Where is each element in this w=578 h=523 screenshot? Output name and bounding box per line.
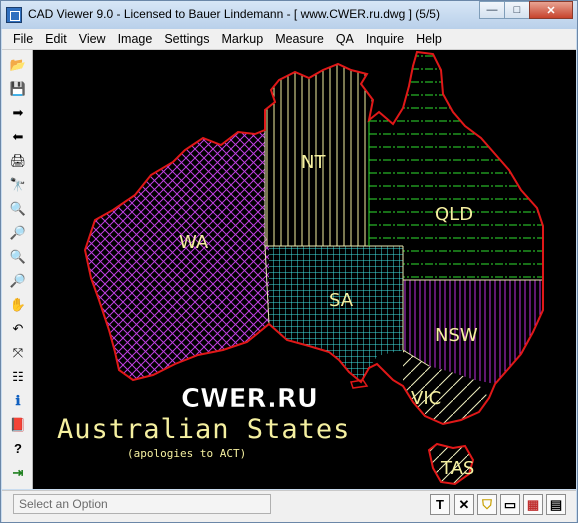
book-icon[interactable]: 📕	[8, 414, 28, 434]
help-question-icon[interactable]: ?	[8, 438, 28, 458]
binoculars-icon[interactable]: 🔭	[8, 174, 28, 194]
save-disk-icon[interactable]: 💾	[8, 78, 28, 98]
watermark-text: CWER.RU	[181, 384, 318, 414]
back-arrow-icon[interactable]: ⬅	[8, 126, 28, 146]
command-prompt-field[interactable]: Select an Option	[13, 494, 271, 514]
undo-icon[interactable]: ↶	[8, 318, 28, 338]
menu-markup[interactable]: Markup	[216, 29, 270, 49]
menu-view[interactable]: View	[73, 29, 112, 49]
menu-qa[interactable]: QA	[330, 29, 360, 49]
state-label-nsw: NSW	[435, 325, 478, 346]
state-label-qld: QLD	[435, 204, 473, 225]
window-view-button[interactable]: ▭	[500, 494, 520, 515]
menu-edit[interactable]: Edit	[39, 29, 73, 49]
kangaroo-island	[350, 379, 369, 389]
color-grid-button[interactable]: ▦	[523, 494, 543, 515]
app-icon	[6, 7, 22, 23]
menu-help[interactable]: Help	[410, 29, 448, 49]
title-bar[interactable]: CAD Viewer 9.0 - Licensed to Bauer Linde…	[1, 1, 577, 29]
zoom-icon[interactable]: 🔍	[8, 198, 28, 218]
drawing-canvas[interactable]: WA NT QLD SA NSW VIC TAS Australian Stat…	[33, 50, 576, 489]
cancel-button[interactable]: ✕	[454, 494, 474, 515]
state-sa-region	[269, 246, 403, 382]
window-controls: — □ ✕	[479, 1, 573, 19]
menu-bar: File Edit View Image Settings Markup Mea…	[2, 29, 576, 50]
app-window: CAD Viewer 9.0 - Licensed to Bauer Linde…	[0, 0, 578, 523]
zoom-window-icon[interactable]: 🔎	[8, 270, 28, 290]
left-toolbar: 📂 💾 ➡ ⬅ 🖨 🔭 🔍 🔎 🔍 🔎 ✋ ↶ ⤧ ☷ ℹ 📕 ? ⇥	[2, 50, 33, 489]
menu-image[interactable]: Image	[112, 29, 159, 49]
menu-inquire[interactable]: Inquire	[360, 29, 410, 49]
state-label-sa: SA	[329, 290, 354, 311]
layers-icon[interactable]: ☷	[8, 366, 28, 386]
drawing-heading: Australian States	[57, 414, 350, 445]
drawing-subheading: (apologies to ACT)	[127, 447, 246, 460]
forward-arrow-icon[interactable]: ➡	[8, 102, 28, 122]
australia-map: WA NT QLD SA NSW VIC TAS Australian Stat…	[57, 50, 544, 486]
state-label-tas: TAS	[440, 458, 474, 479]
menu-file[interactable]: File	[2, 29, 39, 49]
text-tool-button[interactable]: T	[430, 494, 450, 515]
window-title: CAD Viewer 9.0 - Licensed to Bauer Linde…	[28, 7, 440, 21]
open-folder-icon[interactable]: 📂	[8, 54, 28, 74]
shield-icon-button[interactable]: ⛉	[477, 494, 497, 515]
minimize-button[interactable]: —	[479, 1, 505, 19]
layout-button[interactable]: ▤	[546, 494, 566, 515]
exit-icon[interactable]: ⇥	[8, 462, 28, 482]
state-label-wa: WA	[179, 232, 209, 253]
print-icon[interactable]: 🖨	[8, 150, 28, 170]
status-bar: Select an Option T ✕ ⛉ ▭ ▦ ▤	[2, 490, 576, 522]
state-label-nt: NT	[301, 152, 326, 173]
close-button[interactable]: ✕	[529, 1, 573, 19]
zoom-out-icon[interactable]: 🔍	[8, 246, 28, 266]
pan-hand-icon[interactable]: ✋	[8, 294, 28, 314]
menu-settings[interactable]: Settings	[158, 29, 215, 49]
maximize-button[interactable]: □	[504, 1, 530, 19]
zoom-in-icon[interactable]: 🔎	[8, 222, 28, 242]
state-label-vic: VIC	[411, 388, 441, 409]
axes-icon[interactable]: ⤧	[8, 342, 28, 362]
info-icon[interactable]: ℹ	[8, 390, 28, 410]
menu-measure[interactable]: Measure	[269, 29, 330, 49]
